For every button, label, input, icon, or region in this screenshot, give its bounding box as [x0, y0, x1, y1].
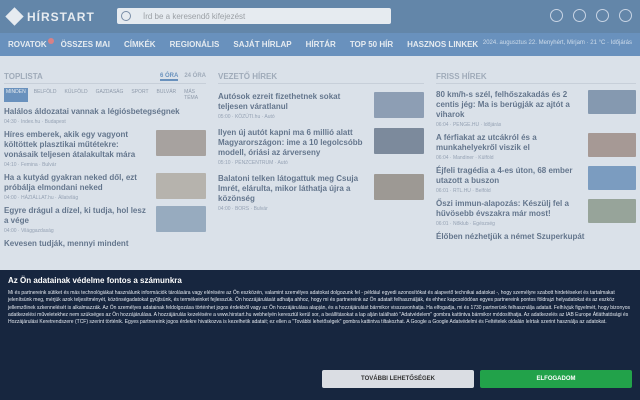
consent-text: Mi és partnereink sütiket és más technol… [8, 290, 631, 326]
accept-button[interactable]: ELFOGADOM [480, 370, 632, 388]
consent-buttons: TOVÁBBI LEHETŐSÉGEK ELFOGADOM [322, 370, 632, 388]
more-options-button[interactable]: TOVÁBBI LEHETŐSÉGEK [322, 370, 474, 388]
consent-title: Az Ön adatainak védelme fontos a számunk… [8, 276, 182, 285]
cookie-consent-banner: Az Ön adatainak védelme fontos a számunk… [0, 270, 640, 400]
